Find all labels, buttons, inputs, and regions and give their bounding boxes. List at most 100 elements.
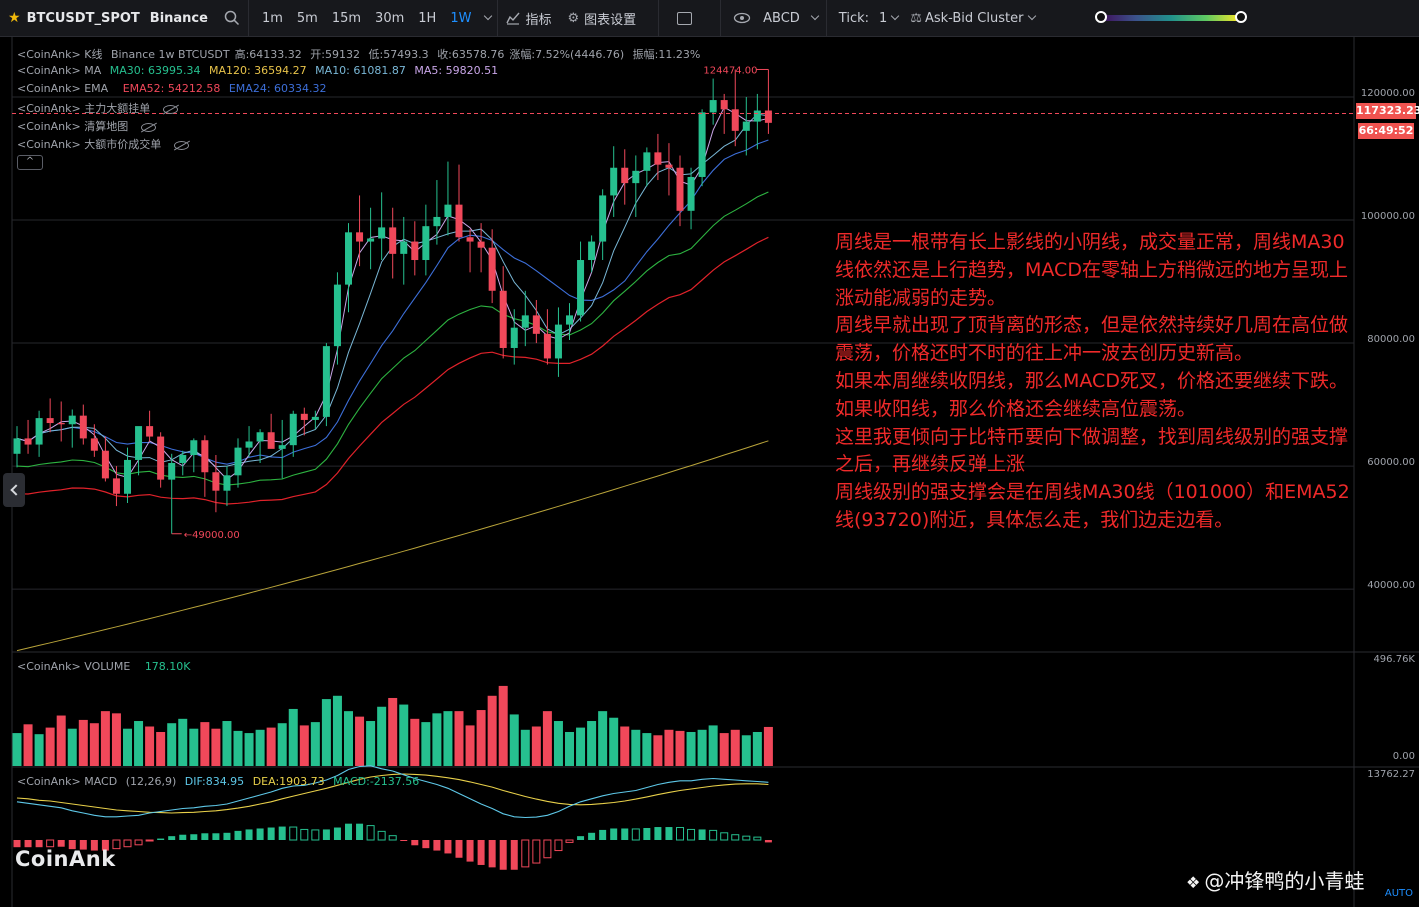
macd-histogram-bar [422, 840, 430, 849]
candle-body [477, 241, 485, 248]
collapse-legend-button[interactable]: ^ [17, 155, 43, 170]
interval-1w[interactable]: 1W [443, 11, 478, 26]
candle-body [212, 472, 220, 491]
eye-toggle[interactable] [721, 0, 755, 37]
cluster-selector[interactable]: ⚖ Ask-Bid Cluster [906, 0, 1043, 37]
symbol-selector[interactable]: ★ BTCUSDT_SPOT Binance [0, 0, 216, 37]
search-icon[interactable] [216, 0, 248, 37]
scroll-left-button[interactable] [3, 473, 25, 507]
volume-bar [78, 719, 88, 766]
macd-histogram-bar [212, 833, 220, 840]
interval-5m[interactable]: 5m [290, 11, 325, 26]
candle-body [643, 152, 651, 171]
chart-settings-label: 图表设置 [584, 12, 637, 28]
volume-bar [321, 699, 331, 766]
volume-bar [189, 728, 199, 766]
macd-histogram-bar [267, 827, 275, 840]
macd-histogram-bar [477, 840, 485, 865]
macd-histogram-bar [665, 827, 673, 840]
liquidation-map-label: <CoinAnk> 清算地图 [17, 120, 129, 133]
candle-body [742, 121, 750, 131]
volume-axis-top: 496.76K [1373, 654, 1415, 665]
volume-bar [730, 729, 740, 766]
volume-bar [642, 733, 652, 766]
interval-1m[interactable]: 1m [255, 11, 290, 26]
macd-histogram-bar [157, 838, 165, 840]
interval-15m[interactable]: 15m [325, 11, 368, 26]
volume-bar [100, 711, 110, 766]
author-credit: ❖ @冲锋鸭的小青蛙 [1186, 865, 1364, 894]
volume-bar [56, 715, 66, 766]
macd-histogram-bar [234, 830, 242, 840]
macd-histogram-bar [289, 826, 298, 841]
macd-dif-line [16, 765, 769, 819]
candle-body [687, 176, 695, 211]
chevron-down-icon[interactable] [484, 11, 493, 21]
ema-legend: <CoinAnk> EMA EMA52: 54212.58 EMA24: 603… [17, 82, 332, 95]
volume-bar [531, 726, 541, 766]
chart-area: 124474.00 ←49000.00 <CoinAnk> K线 Binance … [0, 37, 1419, 907]
macd-histogram-bar [654, 827, 662, 840]
macd-histogram-bar [168, 836, 176, 840]
candle-body [311, 416, 319, 420]
annotation-paragraph: 周线是一根带有长上影线的小阴线，成交量正常，周线MA30线依然还是上行趋势，MA… [835, 231, 1348, 309]
volume-bar [355, 716, 365, 766]
heatmap-range-slider[interactable] [1043, 0, 1249, 37]
macd-histogram-bar [621, 828, 629, 840]
volume-bar [565, 731, 574, 766]
volume-bar [686, 731, 696, 766]
macd-dif: DIF:834.95 [184, 775, 245, 788]
cluster-label: Ask-Bid Cluster [924, 10, 1024, 26]
candle-body [510, 327, 518, 348]
interval-1h[interactable]: 1H [411, 11, 443, 26]
indicators-button[interactable]: 指标 [498, 0, 559, 37]
star-icon[interactable]: ★ [8, 10, 21, 26]
candle-body [24, 438, 32, 445]
fullscreen-button[interactable] [659, 0, 710, 37]
volume-bar [366, 721, 376, 766]
volume-bar [432, 713, 442, 766]
macd-title: <CoinAnk> MACD [17, 775, 118, 788]
candle-body [90, 438, 98, 451]
slider-knob-left[interactable] [1095, 11, 1108, 23]
candle-body [433, 216, 441, 227]
volume-bar [222, 721, 232, 766]
macd-histogram-bar [731, 834, 740, 841]
indicators-label: 指标 [525, 12, 552, 28]
macd-dea: DEA:1903.73 [252, 775, 325, 788]
eye-slash-icon[interactable] [174, 140, 190, 150]
macd-histogram-bar [322, 829, 330, 840]
candle-body [764, 110, 772, 123]
auto-scale-button[interactable]: AUTO [1385, 888, 1413, 899]
gear-icon: ⚙ [567, 10, 580, 26]
candle-body [79, 415, 87, 439]
eye-slash-icon[interactable] [141, 122, 157, 132]
volume-axis-bottom: 0.00 [1392, 751, 1415, 762]
macd-histogram-bar [588, 832, 596, 840]
candle-body [731, 109, 739, 131]
chart-settings-button[interactable]: ⚙ 图表设置 [559, 0, 644, 37]
macd-histogram-bar [57, 840, 65, 847]
volume-bar [443, 711, 453, 766]
volume-bar [310, 722, 320, 766]
macd-histogram-bar [610, 828, 618, 840]
ma5-value: MA5: 59820.51 [414, 64, 499, 77]
tick-selector[interactable]: Tick: 1 [827, 0, 907, 37]
volume-bar [763, 726, 773, 766]
indicator-icon [506, 12, 520, 25]
price-axis-label: 40000.00 [1367, 580, 1415, 591]
chevron-left-icon [10, 484, 22, 496]
volume-bar [509, 714, 519, 766]
eye-icon [733, 12, 751, 24]
abcd-selector[interactable]: ABCD [755, 0, 826, 37]
slider-knob-right[interactable] [1235, 11, 1248, 23]
interval-30m[interactable]: 30m [368, 11, 411, 26]
candle-body [422, 226, 430, 261]
macd-histogram-bar [433, 840, 441, 851]
macd-histogram-bar [709, 829, 718, 841]
color-gradient-bar[interactable] [1095, 11, 1248, 23]
candle-body [532, 315, 540, 334]
large-trades-label: <CoinAnk> 大额市价成交单 [17, 138, 162, 151]
eye-slash-icon[interactable] [163, 104, 179, 114]
candle-body [599, 195, 607, 242]
